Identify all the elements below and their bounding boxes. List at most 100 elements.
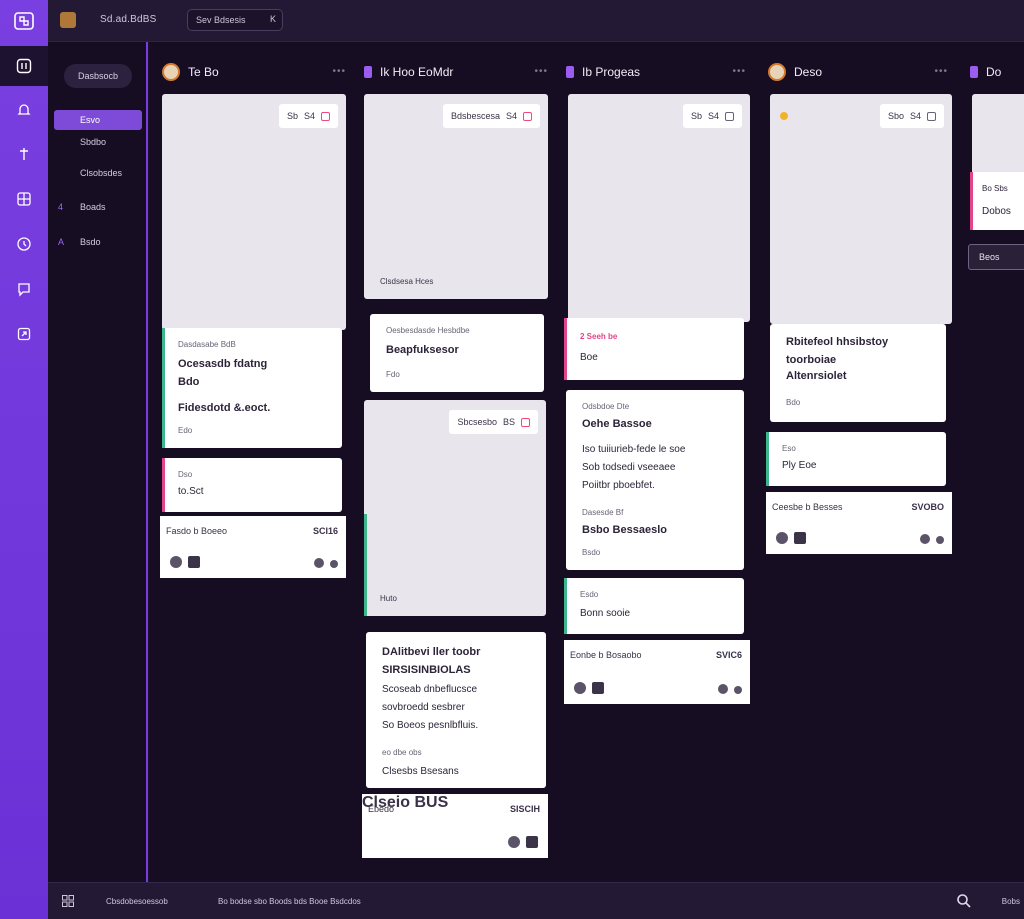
task-card[interactable]: Bo Sbs Dobos [970, 172, 1024, 230]
apps-icon[interactable] [62, 895, 74, 907]
card-cover[interactable]: Bdsbescesa S4 Clsdsesa Hces [364, 94, 548, 299]
sidebar-item-2[interactable]: Sbdbo [54, 132, 142, 152]
link-icon[interactable] [314, 558, 324, 568]
avatar[interactable] [776, 532, 788, 544]
column-footer: Eonbe b Bosaobo SVIC6 [564, 640, 750, 704]
column-header-4[interactable]: Deso ••• [768, 62, 948, 82]
column-footer: Fasdo b Boeeo SCI16 [160, 516, 346, 578]
sidebar-item-3[interactable]: Clsobsdes [54, 163, 142, 183]
more-icon[interactable]: ••• [332, 66, 346, 77]
task-card[interactable]: Dasdasabe BdB Ocesasdb fdatng Bdo Fidesd… [162, 328, 342, 448]
card-cover[interactable]: Sb S4 [568, 94, 750, 322]
card-chip[interactable]: Bdsbescesa S4 [442, 104, 540, 128]
sidebar-item-5-mark: A [58, 237, 65, 247]
card-chip[interactable]: Sb S4 [682, 104, 742, 128]
checkbox-icon [725, 111, 734, 121]
checkbox-icon [523, 111, 532, 121]
bottom-bar-right-text[interactable]: Bobs [1002, 897, 1020, 906]
column-tag-icon [566, 66, 574, 78]
search-icon[interactable] [956, 893, 972, 909]
task-card[interactable]: Dso to.Sct [162, 458, 342, 512]
column-avatar [768, 63, 786, 81]
column-header-5[interactable]: Do [970, 62, 1024, 82]
clock-icon[interactable] [508, 836, 520, 848]
export-icon[interactable] [14, 324, 34, 344]
board-icon[interactable] [14, 56, 34, 76]
sidebar-item-4[interactable]: 4 Boads [54, 197, 142, 217]
dot-icon[interactable] [936, 536, 944, 544]
column-footer: Ceesbe b Besses SVOBO [766, 492, 952, 554]
card-stripe [564, 578, 567, 634]
card-stripe [162, 328, 165, 448]
column-header-2[interactable]: Ik Hoo EoMdr ••• [364, 62, 548, 82]
card-chip[interactable]: Sb S4 [278, 104, 338, 128]
calendar-icon[interactable] [188, 556, 200, 568]
top-bar: Sd.ad.BdBS Sev Bdsesis K [48, 0, 1024, 42]
kanban-board: Te Bo ••• Ik Hoo EoMdr ••• Ib Progeas ••… [150, 42, 1024, 882]
column-title: Deso [794, 65, 823, 79]
app-logo-icon[interactable] [14, 12, 34, 30]
grid-icon[interactable] [526, 836, 538, 848]
card-cover[interactable] [972, 94, 1024, 174]
card-stripe [766, 432, 769, 486]
card-stripe [162, 458, 165, 512]
card-chip[interactable]: Sbo S4 [879, 104, 944, 128]
bottom-bar-left-text[interactable]: Cbsdobesoessob [106, 897, 168, 906]
search-box[interactable]: Sev Bdsesis K [187, 9, 283, 31]
bottom-bar: Cbsdobesoessob Bo bodse sbo Boods bds Bo… [48, 882, 1024, 919]
project-icon[interactable] [60, 12, 76, 28]
sidebar-item-4-mark: 4 [58, 202, 64, 212]
task-card[interactable]: Odsbdoe Dte Oehe Bassoe Iso tuiiurieb-fe… [566, 390, 744, 570]
column-header-1[interactable]: Te Bo ••• [162, 62, 346, 82]
search-shortcut: K [269, 14, 276, 24]
column-tag-icon [364, 66, 372, 78]
column-tag-icon [970, 66, 978, 78]
card-cover[interactable]: Sbo S4 [770, 94, 952, 324]
task-card[interactable]: DAlitbevi ller toobr SIRSISINBIOLAS Scos… [366, 632, 546, 788]
column-title: Ib Progeas [582, 65, 641, 79]
calendar-icon[interactable] [592, 682, 604, 694]
more-icon[interactable]: ••• [732, 66, 746, 77]
calendar-icon[interactable] [794, 532, 806, 544]
card-cover[interactable]: Sb S4 [162, 94, 346, 330]
card-cover[interactable]: Sbcsesbo BS Huto [364, 400, 546, 616]
sidebar-item-selected[interactable]: Esvo [54, 110, 142, 130]
task-card[interactable]: Oesbesdasde Hesbdbe Beapfuksesor Fdo [370, 314, 544, 392]
search-label: Sev Bdsesis [196, 15, 246, 25]
more-icon[interactable]: ••• [534, 66, 548, 77]
card-chip[interactable]: Sbcsesbo BS [449, 410, 538, 434]
avatar[interactable] [574, 682, 586, 694]
task-card[interactable]: 2 Seeh be Boe [564, 318, 744, 380]
pin-icon[interactable] [14, 144, 34, 164]
more-icon[interactable]: ••• [934, 66, 948, 77]
dot-icon[interactable] [734, 686, 742, 694]
card-stripe [564, 318, 567, 380]
grid-icon[interactable] [14, 189, 34, 209]
task-card[interactable]: Eso Ply Eoe [766, 432, 946, 486]
column-footer: Ebedo SISCIH Clseio BUS [362, 794, 548, 858]
column-title: Te Bo [188, 65, 219, 79]
checkbox-icon [521, 417, 530, 427]
chat-icon[interactable] [14, 279, 34, 299]
checkbox-icon [927, 111, 936, 121]
link-icon[interactable] [718, 684, 728, 694]
task-card[interactable]: Esdo Bonn sooie [564, 578, 744, 634]
column-title: Ik Hoo EoMdr [380, 65, 454, 79]
clock-icon[interactable] [14, 234, 34, 254]
link-icon[interactable] [920, 534, 930, 544]
status-dot [780, 112, 788, 120]
column-header-3[interactable]: Ib Progeas ••• [566, 62, 746, 82]
bell-icon[interactable] [14, 100, 34, 120]
project-sidebar: Dasbsocb Esvo Sbdbo Clsobsdes 4 Boads A Bs… [48, 42, 148, 882]
avatar[interactable] [170, 556, 182, 568]
dashboard-pill[interactable]: Dasbsocb [64, 64, 132, 88]
add-card-button[interactable]: Beos [968, 244, 1024, 270]
column-avatar [162, 63, 180, 81]
dot-icon[interactable] [330, 560, 338, 568]
card-stripe [970, 172, 973, 230]
card-stripe [364, 514, 367, 616]
app-rail [0, 0, 48, 919]
task-card[interactable]: Rbitefeol hhsibstoy toorboiae Altenrsiol… [770, 324, 946, 422]
project-name[interactable]: Sd.ad.BdBS [100, 14, 156, 25]
sidebar-item-5[interactable]: A Bsdo [54, 232, 142, 252]
